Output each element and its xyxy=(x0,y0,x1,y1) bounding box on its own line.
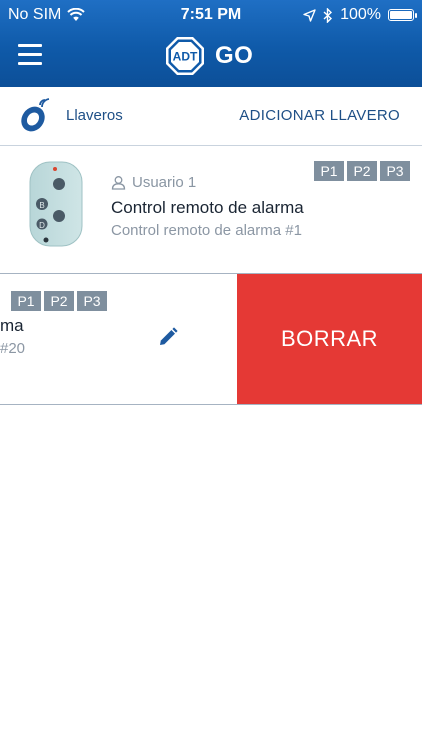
adt-logo-icon: ADT xyxy=(165,36,205,76)
remote-control-image: B D xyxy=(29,161,83,247)
user-icon xyxy=(111,176,126,190)
partition-badge: P3 xyxy=(77,291,107,311)
battery-percent: 100% xyxy=(340,6,381,23)
status-right: 100% xyxy=(303,6,417,24)
svg-text:ADT: ADT xyxy=(173,50,198,64)
menu-icon-bar xyxy=(18,62,42,65)
fob-name: Control remoto de alarma xyxy=(111,198,304,217)
partition-badge: P1 xyxy=(314,161,344,181)
section-title: Llaveros xyxy=(66,107,123,124)
fob-user-label: Usuario 1 xyxy=(132,174,197,191)
menu-icon-bar xyxy=(18,53,42,56)
fob-detail: #20 xyxy=(0,340,26,357)
keyfob-icon xyxy=(21,98,50,132)
partition-badges: P1 P2 P3 xyxy=(314,161,410,181)
app-header: No SIM 7:51 PM 100% ADT GO xyxy=(0,0,422,87)
location-arrow-icon xyxy=(303,8,316,22)
add-keyfob-button[interactable]: ADICIONAR LLAVERO xyxy=(239,107,400,124)
status-bar: No SIM 7:51 PM 100% xyxy=(0,0,422,30)
keyfob-row-swiped[interactable]: P1 P2 P3 ma #20 BORRAR xyxy=(0,273,422,405)
section-bar: Llaveros ADICIONAR LLAVERO xyxy=(0,87,422,146)
partition-badges: P1 P2 P3 xyxy=(11,291,107,311)
svg-text:B: B xyxy=(39,201,44,210)
fob-name: ma xyxy=(0,316,24,335)
menu-button[interactable] xyxy=(18,44,42,66)
partition-badge: P2 xyxy=(44,291,74,311)
partition-badge: P3 xyxy=(380,161,410,181)
partition-badge: P1 xyxy=(11,291,41,311)
app-name: GO xyxy=(215,42,254,69)
battery-icon xyxy=(388,9,417,21)
bluetooth-icon xyxy=(323,7,333,23)
menu-icon xyxy=(18,44,42,47)
fob-user: Usuario 1 xyxy=(111,174,196,191)
delete-button[interactable]: BORRAR xyxy=(237,274,422,404)
fob-detail: Control remoto de alarma #1 xyxy=(111,222,302,239)
svg-text:D: D xyxy=(39,221,45,230)
pencil-icon[interactable] xyxy=(158,327,178,347)
app-logo: ADT GO xyxy=(165,36,253,76)
partition-badge: P2 xyxy=(347,161,377,181)
